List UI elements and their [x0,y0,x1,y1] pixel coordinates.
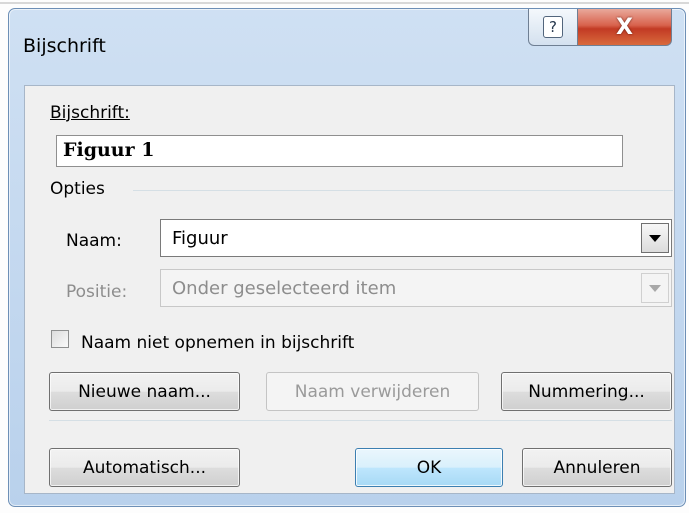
cancel-button[interactable]: Annuleren [522,448,672,487]
options-separator [133,190,673,191]
chevron-down-icon [649,284,661,292]
name-dropdown-arrow[interactable] [641,223,669,253]
autocaption-button[interactable]: Automatisch... [49,448,240,487]
close-icon: X [616,14,633,40]
close-button[interactable]: X [577,9,672,46]
options-section-label: Opties [50,179,105,199]
new-label-button[interactable]: Nieuwe naam... [49,372,240,411]
help-button[interactable]: ? [528,9,578,46]
delete-label-button[interactable]: Naam verwijderen [266,372,479,411]
position-dropdown-arrow[interactable] [641,273,669,303]
caption-input[interactable]: Figuur 1 [56,135,623,167]
bottom-separator [49,420,672,421]
help-icon: ? [543,16,563,38]
dialog-title: Bijschrift [23,35,106,57]
exclude-label-checkbox[interactable] [51,330,69,348]
caption-label-text: Bijschrift: [50,103,130,123]
numbering-button[interactable]: Nummering... [501,372,672,411]
name-dropdown-value: Figuur [172,228,228,249]
position-label: Positie: [66,282,128,302]
background-ruler [0,2,689,4]
caption-label: Bijschrift: [50,103,130,123]
position-dropdown-value: Onder geselecteerd item [172,278,397,299]
ok-button[interactable]: OK [355,448,503,487]
exclude-label-text: Naam niet opnemen in bijschrift [81,333,355,353]
dialog-client-area: Bijschrift: Figuur 1 Opties Naam: Figuur… [24,85,675,494]
name-dropdown[interactable]: Figuur [160,219,672,257]
name-label: Naam: [66,231,122,251]
caption-dialog: Bijschrift ? X Bijschrift: Figuur 1 Opti… [8,8,686,507]
chevron-down-icon [649,234,661,242]
position-dropdown[interactable]: Onder geselecteerd item [160,269,672,307]
